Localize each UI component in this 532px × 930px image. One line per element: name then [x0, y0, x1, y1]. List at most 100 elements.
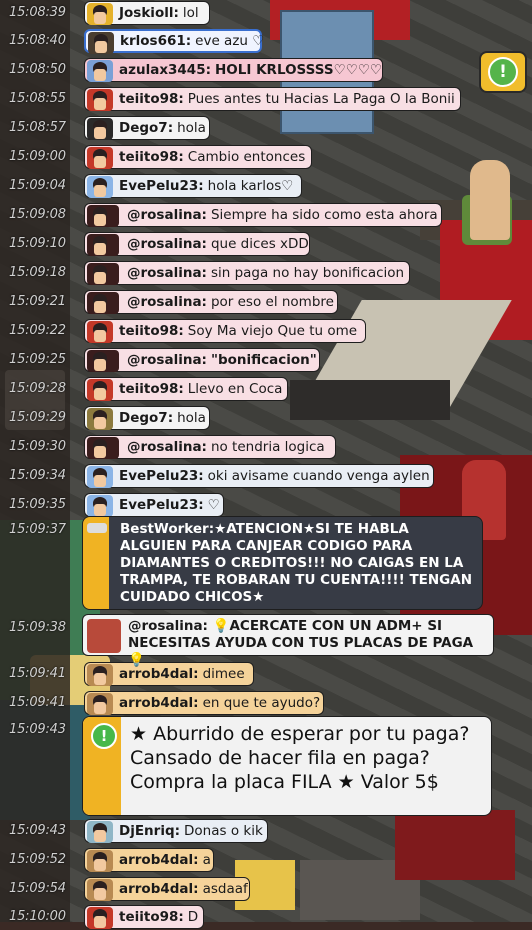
avatar[interactable] [88, 32, 114, 54]
chat-row: 15:09:52 arrob4dal: a [0, 848, 532, 873]
username[interactable]: @rosalina: [127, 265, 207, 281]
chat-row: 15:09:54 arrob4dal: asdaaf [0, 877, 532, 902]
timestamp: 15:08:57 [9, 120, 66, 135]
username[interactable]: @rosalina: [127, 207, 207, 223]
chat-bubble[interactable]: Dego7: hola [84, 116, 210, 140]
avatar[interactable] [87, 850, 113, 872]
chat-bubble[interactable]: @rosalina: que dices xDD [84, 232, 310, 256]
avatar[interactable] [87, 495, 113, 517]
timestamp: 15:09:08 [9, 207, 66, 222]
username[interactable]: EvePelu23: [119, 497, 204, 513]
chat-bubble[interactable]: teiito98: Llevo en Coca [84, 377, 288, 401]
username[interactable]: arrob4dal: [119, 881, 199, 897]
username[interactable]: teiito98: [119, 323, 184, 339]
chat-bubble[interactable]: EvePelu23: ♡ [84, 493, 224, 517]
username[interactable]: Dego7: [119, 120, 173, 136]
avatar[interactable] [87, 118, 113, 140]
avatar[interactable] [87, 205, 119, 227]
chat-row: 15:08:55 teiito98: Pues antes tu Hacias La… [0, 87, 532, 112]
avatar-face [94, 359, 106, 371]
timestamp: 15:08:55 [9, 91, 66, 106]
chat-bubble[interactable]: Dego7: hola [84, 406, 210, 430]
chat-bubble[interactable]: krlos661: eve azu ♡ [84, 29, 264, 54]
message-text: por eso el nombre [210, 294, 334, 310]
chat-bubble[interactable]: azulax3445: HOLI KRLOSSSS♡♡♡♡ [84, 58, 383, 82]
avatar[interactable] [87, 176, 113, 198]
timestamp: 15:09:41 [9, 695, 66, 710]
username[interactable]: DjEnriq: [119, 823, 180, 839]
username[interactable]: @rosalina: [128, 618, 208, 634]
username[interactable]: BestWorker: [120, 521, 214, 537]
avatar[interactable] [87, 60, 113, 82]
username[interactable]: teiito98: [119, 909, 184, 925]
chat-bubble[interactable]: arrob4dal: asdaaf [84, 877, 250, 901]
chat-bubble[interactable]: teiito98: Soy Ma viejo Que tu ome [84, 319, 366, 343]
avatar[interactable] [87, 263, 119, 285]
timestamp: 15:08:39 [9, 5, 66, 20]
chat-bubble[interactable]: arrob4dal: en que te ayudo? [84, 691, 324, 715]
chat-bubble[interactable]: EvePelu23: oki avisame cuando venga aylen [84, 464, 434, 488]
chat-bubble[interactable]: @rosalina: no tendria logica [84, 435, 336, 459]
chat-bubble[interactable]: EvePelu23: hola karlos♡ [84, 174, 302, 198]
chat-bubble[interactable]: @rosalina: "bonificacion" [84, 348, 320, 372]
avatar[interactable] [87, 466, 113, 488]
username[interactable]: @rosalina: [127, 294, 207, 310]
avatar[interactable] [87, 379, 113, 401]
chat-bubble[interactable]: @rosalina: sin paga no hay bonificacion [84, 261, 410, 285]
fila-promo-bubble[interactable]: ! ★ Aburrido de esperar por tu paga? Can… [82, 716, 492, 816]
avatar[interactable] [87, 147, 113, 169]
timestamp: 15:08:40 [9, 33, 66, 48]
avatar[interactable] [87, 321, 113, 343]
avatar[interactable] [87, 234, 119, 256]
chat-row: 15:08:40 krlos661: eve azu ♡ [0, 29, 532, 54]
username[interactable]: azulax3445: [119, 62, 211, 78]
username[interactable]: EvePelu23: [119, 178, 204, 194]
avatar[interactable] [87, 350, 119, 372]
chat-bubble[interactable]: teiito98: D [84, 905, 204, 929]
avatar-face [94, 446, 106, 458]
avatar[interactable] [87, 664, 113, 686]
avatar[interactable] [87, 619, 121, 653]
timestamp: 15:09:43 [9, 823, 66, 838]
avatar[interactable] [87, 89, 113, 111]
chat-bubble[interactable]: arrob4dal: dimee [84, 662, 254, 686]
username[interactable]: @rosalina: [127, 236, 207, 252]
chat-bubble[interactable]: Joskioll: lol [84, 1, 210, 25]
timestamp: 15:09:29 [9, 410, 66, 425]
username[interactable]: arrob4dal: [119, 695, 199, 711]
avatar[interactable] [87, 693, 113, 715]
username[interactable]: @rosalina: [127, 352, 207, 368]
username[interactable]: teiito98: [119, 91, 184, 107]
username[interactable]: krlos661: [120, 33, 191, 49]
username[interactable]: Dego7: [119, 410, 173, 426]
username[interactable]: teiito98: [119, 381, 184, 397]
chat-bubble[interactable]: @rosalina: por eso el nombre [84, 290, 338, 314]
avatar[interactable] [87, 437, 119, 459]
avatar[interactable] [87, 292, 119, 314]
avatar-face [94, 12, 106, 24]
chat-bubble[interactable]: arrob4dal: a [84, 848, 214, 872]
avatar[interactable] [87, 821, 113, 843]
username[interactable]: Joskioll: [119, 5, 179, 21]
adm-bubble[interactable]: @rosalina: 💡ACERCATE CON UN ADM+ SI NECE… [82, 614, 494, 668]
message-text: asdaaf [202, 881, 248, 897]
username[interactable]: teiito98: [119, 149, 184, 165]
avatar-face [94, 888, 106, 900]
avatar[interactable] [87, 879, 113, 901]
avatar-face [94, 69, 106, 81]
username[interactable]: arrob4dal: [119, 852, 199, 868]
avatar[interactable] [87, 907, 113, 929]
chat-bubble[interactable]: DjEnriq: Donas o kik [84, 819, 268, 843]
username[interactable]: EvePelu23: [119, 468, 204, 484]
message-text: sin paga no hay bonificacion [210, 265, 405, 281]
message-text: no tendria logica [210, 439, 325, 455]
chat-bubble[interactable]: @rosalina: Siempre ha sido como esta ahor… [84, 203, 442, 227]
chat-bubble[interactable]: teiito98: Cambio entonces [84, 145, 312, 169]
username[interactable]: @rosalina: [127, 439, 207, 455]
avatar[interactable] [87, 3, 113, 25]
message-text: que dices xDD [210, 236, 309, 252]
avatar-face [94, 504, 106, 516]
chat-bubble[interactable]: teiito98: Pues antes tu Hacias La Paga O … [84, 87, 461, 111]
avatar[interactable] [87, 408, 113, 430]
bestworker-bubble[interactable]: BestWorker:★ATENCION★SI TE HABLA ALGUIEN… [82, 516, 483, 610]
